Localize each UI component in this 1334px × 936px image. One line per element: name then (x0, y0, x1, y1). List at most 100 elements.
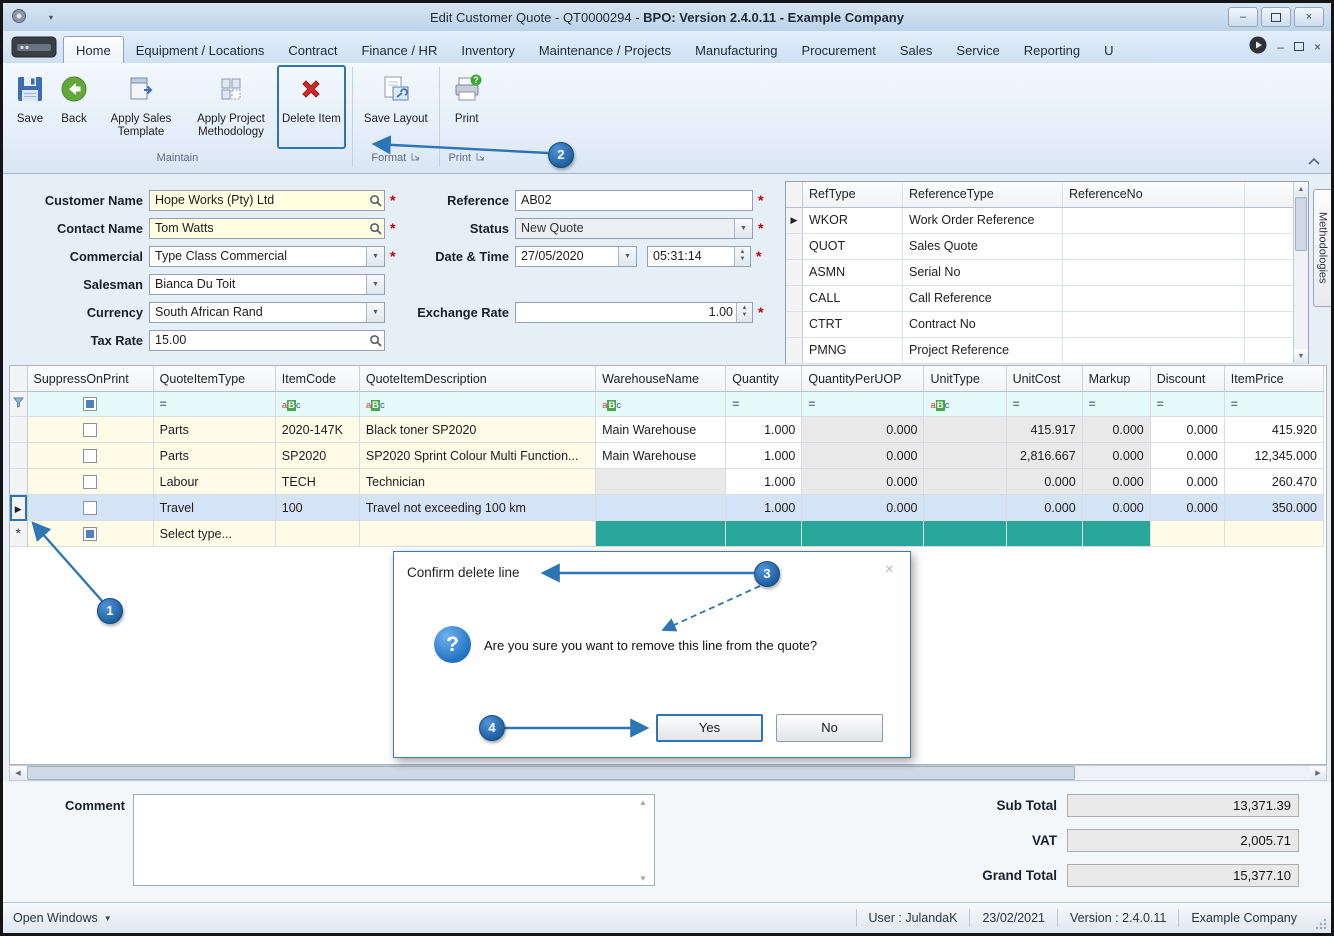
salesman-dropdown[interactable]: Bianca Du Toit ▼ (149, 274, 385, 295)
chevron-down-icon[interactable]: ▼ (366, 303, 384, 322)
suppress-on-print-checkbox[interactable] (83, 423, 97, 437)
back-button[interactable]: Back (53, 65, 95, 149)
print-dialog-launcher-icon[interactable] (476, 152, 485, 164)
contact-name-field[interactable]: Tom Watts (149, 218, 385, 239)
chevron-down-icon[interactable]: ▼ (366, 247, 384, 266)
quote-item-row[interactable]: PartsSP2020SP2020 Sprint Colour Multi Fu… (10, 443, 1324, 469)
lookup-magnifier-icon[interactable] (366, 191, 384, 210)
cell-quantity[interactable]: 1.000 (726, 495, 802, 521)
maximize-button[interactable] (1261, 7, 1291, 27)
spinner-icon[interactable]: ▲▼ (736, 303, 752, 322)
column-header-discount[interactable]: Discount (1150, 366, 1224, 392)
cell-unit_type[interactable] (924, 469, 1006, 495)
column-header-unittype[interactable]: UnitType (924, 366, 1006, 392)
cell-item_price[interactable]: 350.000 (1224, 495, 1323, 521)
help-play-icon[interactable] (1249, 36, 1267, 57)
scroll-up-icon[interactable]: ▲ (1294, 182, 1308, 196)
cell-description[interactable]: Travel not exceeding 100 km (359, 495, 595, 521)
column-header-suppressonprint[interactable]: SuppressOnPrint (27, 366, 153, 392)
grid-new-row[interactable]: *Select type... (10, 521, 1324, 547)
column-header-reftype[interactable]: RefType (803, 182, 903, 207)
reference-no-cell[interactable] (1063, 286, 1245, 311)
cell-unit_cost[interactable]: 0.000 (1006, 495, 1082, 521)
print-button[interactable]: ? Print (446, 65, 488, 149)
reference-type-cell[interactable]: Serial No (903, 260, 1063, 285)
cell-warehouse[interactable] (596, 469, 726, 495)
cell-type[interactable]: Travel (153, 495, 275, 521)
checkbox-indeterminate[interactable] (83, 397, 97, 411)
cell-discount[interactable]: 0.000 (1150, 495, 1224, 521)
select-type-cell[interactable]: Select type... (153, 521, 275, 547)
new-row-cell[interactable] (596, 521, 726, 547)
cell-unit_cost[interactable]: 415.917 (1006, 417, 1082, 443)
lookup-magnifier-icon[interactable] (366, 331, 384, 350)
new-row-cell[interactable] (1150, 521, 1224, 547)
chevron-down-icon[interactable]: ▼ (366, 275, 384, 294)
tab-sales[interactable]: Sales (888, 37, 945, 63)
quote-item-row[interactable]: ▶Travel100Travel not exceeding 100 km1.0… (10, 495, 1324, 521)
equals-filter-icon[interactable]: = (732, 397, 739, 411)
reference-no-cell[interactable] (1063, 338, 1245, 363)
cell-type[interactable]: Parts (153, 417, 275, 443)
ref-type-cell[interactable]: PMNG (803, 338, 903, 363)
tab-maintenance-projects[interactable]: Maintenance / Projects (527, 37, 683, 63)
cell-description[interactable]: SP2020 Sprint Colour Multi Function... (359, 443, 595, 469)
cell-code[interactable]: TECH (275, 469, 359, 495)
cell-code[interactable]: 2020-147K (275, 417, 359, 443)
commercial-dropdown[interactable]: Type Class Commercial ▼ (149, 246, 385, 267)
reference-row[interactable]: CALLCall Reference (786, 286, 1308, 312)
scroll-up-icon[interactable]: ▲ (639, 798, 647, 807)
customer-name-field[interactable]: Hope Works (Pty) Ltd (149, 190, 385, 211)
column-header-quantityperuop[interactable]: QuantityPerUOP (802, 366, 924, 392)
cell-markup[interactable]: 0.000 (1082, 417, 1150, 443)
column-header-itemcode[interactable]: ItemCode (275, 366, 359, 392)
save-button[interactable]: Save (9, 65, 51, 149)
new-row-cell[interactable] (1224, 521, 1323, 547)
chevron-down-icon[interactable]: ▼ (734, 219, 752, 238)
cell-item_price[interactable]: 12,345.000 (1224, 443, 1323, 469)
tab-procurement[interactable]: Procurement (789, 37, 887, 63)
reference-row[interactable]: ASMNSerial No (786, 260, 1308, 286)
scrollbar-thumb[interactable] (27, 766, 1075, 780)
reference-no-cell[interactable] (1063, 208, 1245, 233)
horizontal-scrollbar[interactable]: ◀ ▶ (9, 765, 1327, 781)
cell-warehouse[interactable]: Main Warehouse (596, 417, 726, 443)
cell-warehouse[interactable] (596, 495, 726, 521)
equals-filter-icon[interactable]: = (160, 397, 167, 411)
suppress-on-print-checkbox[interactable] (83, 527, 97, 541)
equals-filter-icon[interactable]: = (1231, 397, 1238, 411)
cell-quantity_per_uop[interactable]: 0.000 (802, 443, 924, 469)
new-row-cell[interactable] (802, 521, 924, 547)
new-row-cell[interactable] (359, 521, 595, 547)
reference-row[interactable]: CTRTContract No (786, 312, 1308, 338)
cell-description[interactable]: Technician (359, 469, 595, 495)
save-layout-button[interactable]: Save Layout (359, 65, 433, 149)
column-header-quantity[interactable]: Quantity (726, 366, 802, 392)
dialog-close-icon[interactable]: × (885, 561, 894, 579)
reference-no-cell[interactable] (1063, 260, 1245, 285)
tab-equipment-locations[interactable]: Equipment / Locations (124, 37, 277, 63)
comment-input[interactable] (133, 794, 655, 886)
cell-discount[interactable]: 0.000 (1150, 443, 1224, 469)
exchange-rate-field[interactable]: 1.00 ▲▼ (515, 302, 753, 323)
quick-access-caret-icon[interactable]: ▾ (49, 13, 53, 22)
column-header-quoteitemdescription[interactable]: QuoteItemDescription (359, 366, 595, 392)
cell-type[interactable]: Parts (153, 443, 275, 469)
reference-no-cell[interactable] (1063, 312, 1245, 337)
spinner-icon[interactable]: ▲▼ (734, 247, 750, 266)
column-header-referenceno[interactable]: ReferenceNo (1063, 182, 1245, 207)
reference-type-cell[interactable]: Call Reference (903, 286, 1063, 311)
tab-partial[interactable]: U (1092, 37, 1116, 63)
reference-type-cell[interactable]: Sales Quote (903, 234, 1063, 259)
cell-quantity_per_uop[interactable]: 0.000 (802, 417, 924, 443)
apply-sales-template-button[interactable]: Apply Sales Template (97, 65, 185, 149)
quote-item-row[interactable]: Parts2020-147KBlack toner SP2020Main War… (10, 417, 1324, 443)
cell-unit_cost[interactable]: 2,816.667 (1006, 443, 1082, 469)
abc-filter-icon[interactable]: aBc (282, 400, 301, 411)
cell-code[interactable]: 100 (275, 495, 359, 521)
lookup-magnifier-icon[interactable] (366, 219, 384, 238)
application-menu-button[interactable] (11, 36, 57, 61)
reference-row[interactable]: ▶WKORWork Order Reference (786, 208, 1308, 234)
child-close-icon[interactable]: × (1314, 40, 1321, 54)
chevron-down-icon[interactable]: ▼ (618, 247, 636, 266)
